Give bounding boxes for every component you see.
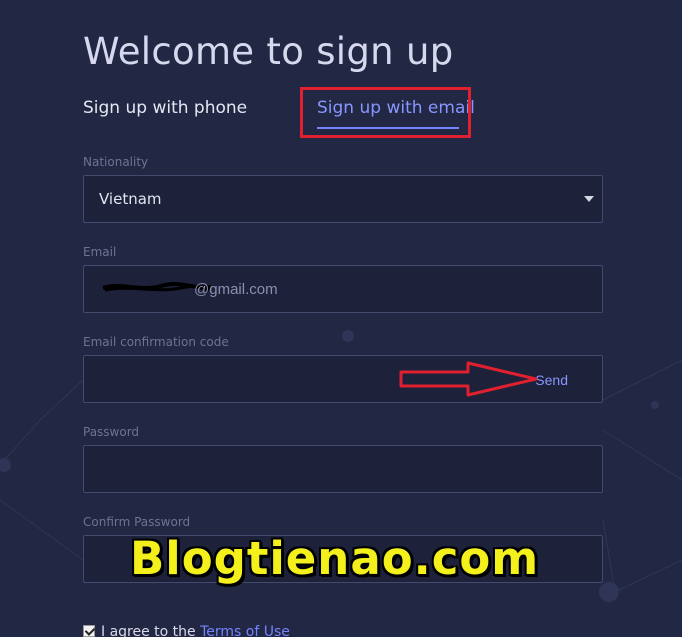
email-field[interactable]: @gmail.com (83, 265, 603, 313)
confirm-password-label: Confirm Password (83, 515, 191, 529)
page-title: Welcome to sign up (83, 30, 454, 73)
password-label: Password (83, 425, 140, 439)
terms-of-use-link[interactable]: Terms of Use (200, 624, 290, 637)
caret-down-icon (584, 196, 594, 202)
agree-checkbox[interactable] (83, 625, 95, 637)
nationality-label: Nationality (83, 155, 149, 169)
terms-agreement-row: I agree to the Terms of Use (83, 624, 290, 637)
password-field[interactable] (83, 445, 603, 493)
password-input[interactable] (84, 446, 602, 492)
nationality-select[interactable]: Vietnam (83, 175, 603, 223)
annotation-highlight-box (300, 87, 471, 138)
nationality-selected-value: Vietnam (99, 190, 162, 208)
email-domain-text: @gmail.com (194, 281, 278, 298)
annotation-arrow-icon (399, 361, 538, 397)
email-code-label: Email confirmation code (83, 335, 229, 349)
agree-text: I agree to the (101, 624, 201, 637)
email-label: Email (83, 245, 117, 259)
tab-sign-up-with-phone[interactable]: Sign up with phone (83, 98, 247, 118)
watermark-text: Blogtienao.com (130, 532, 540, 585)
